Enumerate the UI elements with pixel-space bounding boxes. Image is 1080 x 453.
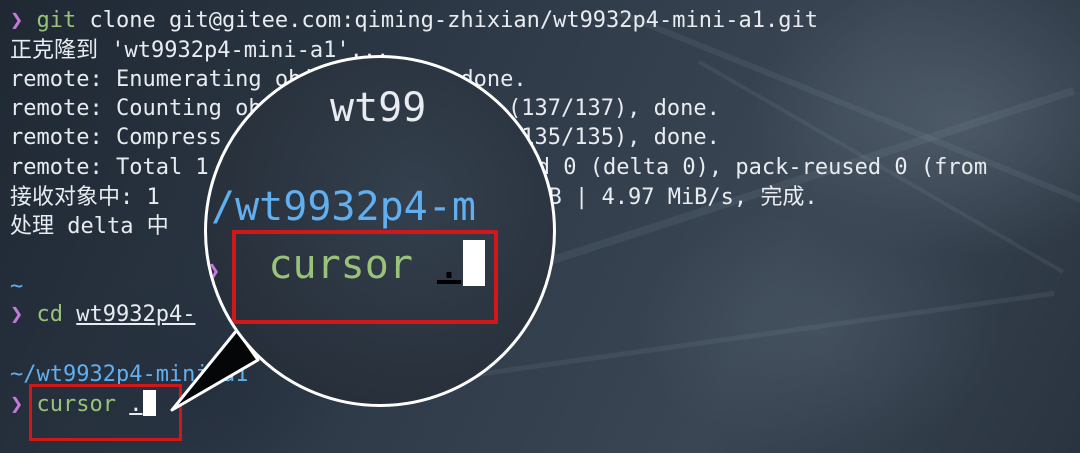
- magnifier-highlight-box: [232, 230, 498, 324]
- magnifier-faded-text: wt99: [330, 85, 427, 131]
- magnifier-path: /wt9932p4-m: [211, 184, 476, 230]
- magnifier-prompt-icon: ❯: [207, 259, 221, 284]
- terminal-window[interactable]: ❯ git clone git@gitee.com:qiming-zhixian…: [0, 0, 1080, 453]
- magnifier-bubble: wt99 /wt9932p4-m ❯ cursor .: [204, 55, 556, 407]
